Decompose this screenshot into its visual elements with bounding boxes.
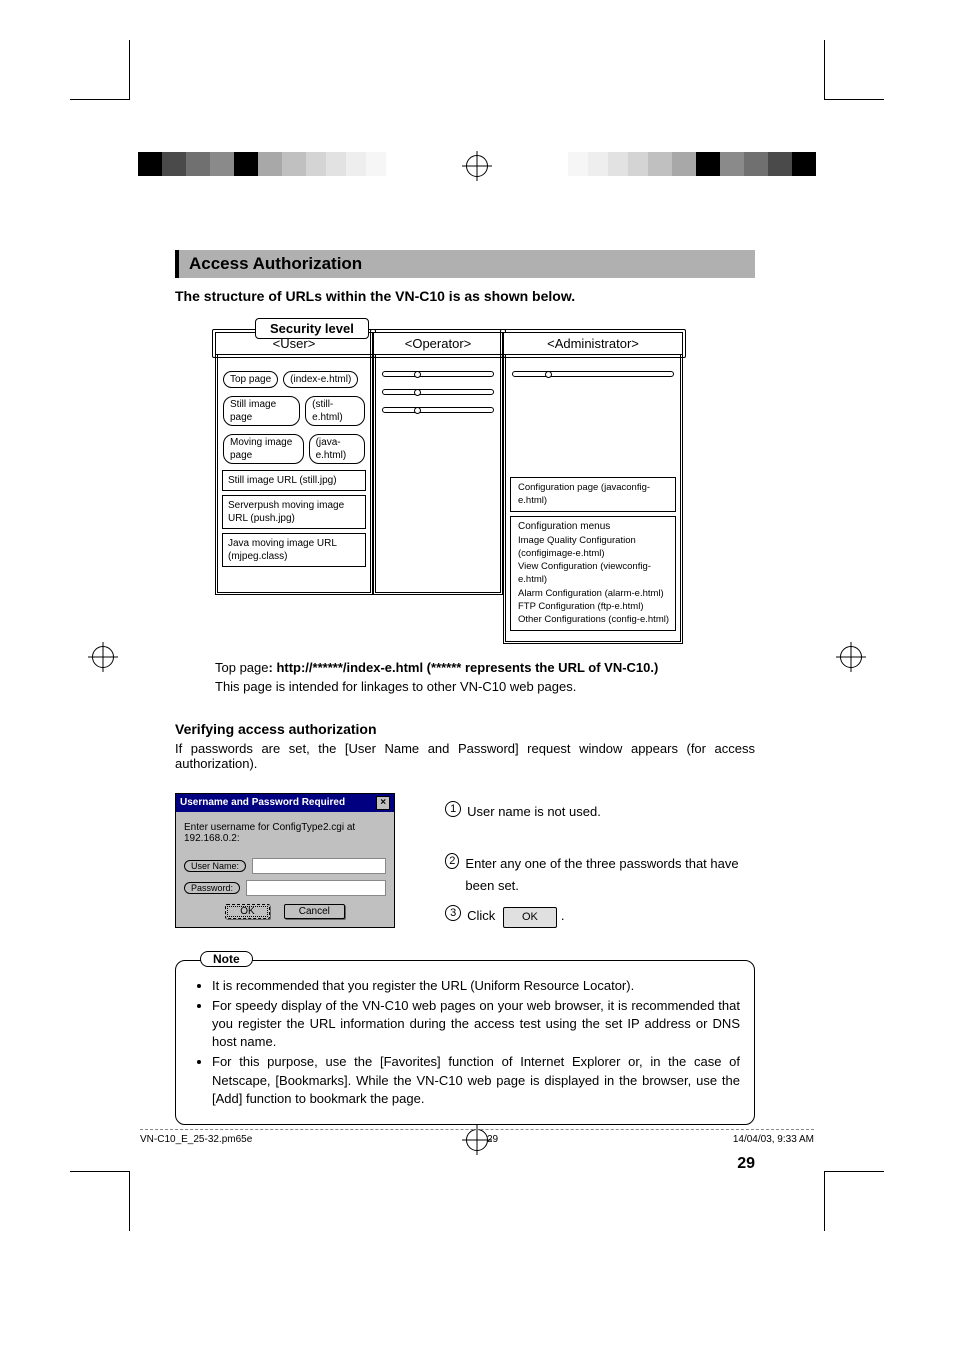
- note-tag: Note: [200, 951, 253, 967]
- crop-mark: [70, 1171, 130, 1231]
- section-subtitle: The structure of URLs within the VN-C10 …: [175, 288, 755, 304]
- admin-config-page: Configuration page (javaconfig-e.html): [516, 481, 670, 508]
- user-moving-page: Moving image page: [223, 434, 304, 464]
- annotation-3a: Click: [467, 908, 495, 923]
- crop-mark: [70, 40, 130, 100]
- admin-menu-item: View Configuration (viewconfig-e.html): [516, 560, 670, 587]
- caption-line2: This page is intended for linkages to ot…: [215, 679, 576, 694]
- annotation-number-icon: 3: [445, 905, 461, 921]
- user-java-url: Java moving image URL (mjpeg.class): [222, 533, 366, 567]
- section-banner: Access Authorization: [175, 250, 755, 278]
- operator-range-bar: [382, 371, 494, 377]
- annotation-3c: .: [561, 908, 565, 923]
- admin-menus-head: Configuration menus: [516, 520, 670, 534]
- caption-top-page: Top page: [215, 660, 269, 675]
- registration-mark-icon: [466, 155, 488, 177]
- print-footer: VN-C10_E_25-32.pm65e 29 14/04/03, 9:33 A…: [140, 1129, 814, 1145]
- user-still-url: Still image URL (still.jpg): [222, 470, 366, 491]
- page-number: 29: [175, 1155, 755, 1173]
- admin-range-bar: [512, 371, 674, 377]
- auth-dialog: Username and Password Required × Enter u…: [175, 793, 395, 928]
- admin-menu-item: FTP Configuration (ftp-e.html): [516, 600, 670, 613]
- close-icon[interactable]: ×: [376, 796, 390, 810]
- verify-heading: Verifying access authorization: [175, 721, 755, 737]
- registration-mark-icon: [840, 646, 862, 668]
- username-input[interactable]: [252, 858, 386, 874]
- user-still-page: Still image page: [223, 396, 300, 426]
- note-box: Note It is recommended that you register…: [175, 960, 755, 1125]
- security-level-label: Security level: [255, 318, 369, 339]
- password-label: Password:: [184, 882, 240, 894]
- color-bar: [138, 152, 386, 176]
- note-item: For speedy display of the VN-C10 web pag…: [212, 997, 740, 1052]
- dialog-annotations: 1 User name is not used. 2 Enter any one…: [445, 793, 755, 936]
- annotation-number-icon: 1: [445, 801, 461, 817]
- user-serverpush: Serverpush moving image URL (push.jpg): [222, 495, 366, 529]
- user-top-page: Top page: [223, 371, 278, 388]
- footer-file: VN-C10_E_25-32.pm65e: [140, 1134, 252, 1145]
- operator-range-bar: [382, 389, 494, 395]
- ok-button-inline: OK: [503, 907, 557, 928]
- dialog-prompt: Enter username for ConfigType2.cgi at 19…: [184, 822, 386, 844]
- user-moving-page-file: (java-e.html): [309, 434, 365, 464]
- ok-button[interactable]: OK: [225, 904, 269, 919]
- crop-mark: [824, 40, 884, 100]
- url-structure-diagram: Security level <User> Top page (index-e.…: [215, 318, 705, 644]
- note-item: For this purpose, use the [Favorites] fu…: [212, 1053, 740, 1108]
- caption-top-page-url: : http://******/index-e.html (****** rep…: [269, 660, 659, 675]
- footer-page: 29: [487, 1134, 498, 1145]
- color-bar: [568, 152, 816, 176]
- admin-menu-item: Other Configurations (config-e.html): [516, 613, 670, 626]
- username-label: User Name:: [184, 860, 246, 872]
- user-top-page-file: (index-e.html): [283, 371, 358, 388]
- admin-menu-item: Alarm Configuration (alarm-e.html): [516, 587, 670, 600]
- annotation-1: User name is not used.: [467, 801, 601, 823]
- dialog-title: Username and Password Required: [180, 797, 345, 808]
- registration-mark-icon: [92, 646, 114, 668]
- note-item: It is recommended that you register the …: [212, 977, 740, 995]
- annotation-number-icon: 2: [445, 853, 459, 869]
- annotation-2: Enter any one of the three passwords tha…: [465, 853, 755, 897]
- user-still-page-file: (still-e.html): [305, 396, 365, 426]
- diagram-caption: Top page: http://******/index-e.html (**…: [215, 658, 755, 697]
- cancel-button[interactable]: Cancel: [284, 904, 345, 919]
- verify-paragraph: If passwords are set, the [User Name and…: [175, 741, 755, 771]
- crop-mark: [824, 1171, 884, 1231]
- admin-menu-item: Image Quality Configuration (configimage…: [516, 534, 670, 561]
- password-input[interactable]: [246, 880, 386, 896]
- operator-range-bar: [382, 407, 494, 413]
- footer-date: 14/04/03, 9:33 AM: [733, 1134, 814, 1145]
